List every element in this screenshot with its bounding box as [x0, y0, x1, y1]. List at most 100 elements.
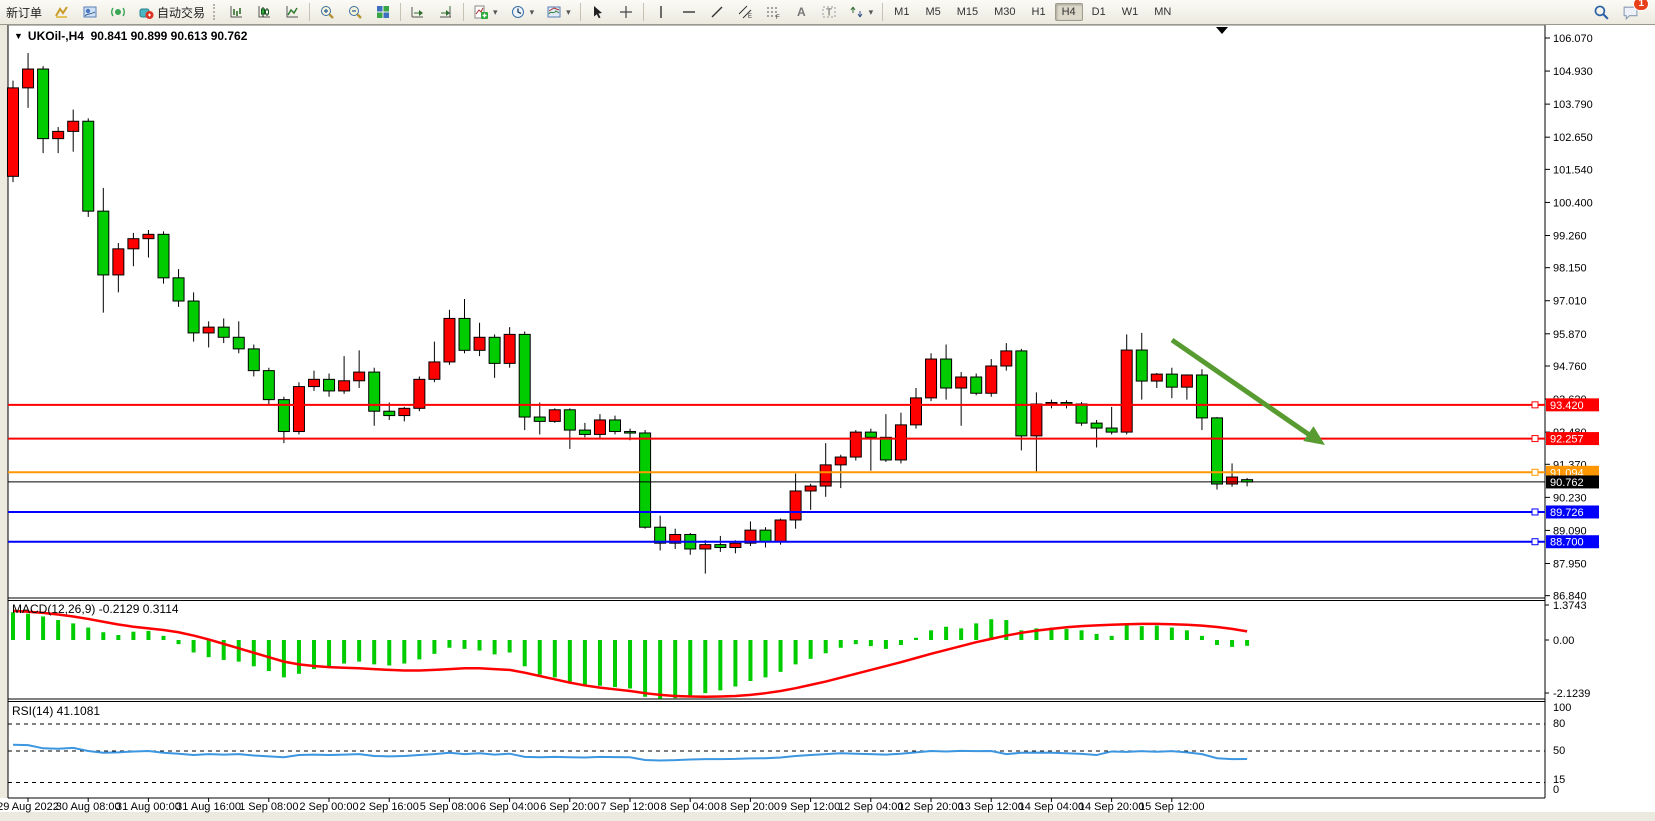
- candle-body: [625, 432, 636, 434]
- templates-button[interactable]: ▾: [541, 1, 576, 23]
- chart-shift-marker[interactable]: [1216, 27, 1228, 34]
- time-tick-label: 7 Sep 12:00: [600, 801, 659, 813]
- indicators-button[interactable]: ▾: [468, 1, 503, 23]
- crosshair-button[interactable]: [613, 1, 639, 23]
- macd-panel: 1.37430.00-2.1239: [13, 600, 1590, 700]
- timeframe-button-MN[interactable]: MN: [1147, 3, 1178, 21]
- svg-text:E: E: [748, 14, 752, 20]
- bar-chart-button[interactable]: [223, 1, 249, 23]
- tile-windows-button[interactable]: [370, 1, 396, 23]
- candle-body: [354, 372, 365, 381]
- candle-body: [850, 432, 861, 457]
- candle-body: [1106, 428, 1117, 432]
- price-tick-label: 102.650: [1553, 132, 1593, 144]
- candle-body: [1076, 404, 1087, 423]
- horizontal-line-button[interactable]: [676, 1, 702, 23]
- candle-body: [399, 408, 410, 415]
- equidistant-channel-button[interactable]: E: [732, 1, 758, 23]
- vertical-line-button[interactable]: [648, 1, 674, 23]
- dropdown-arrow-icon: ▾: [530, 7, 535, 18]
- candle-body: [820, 465, 831, 486]
- price-tick-label: 95.870: [1553, 329, 1587, 341]
- candle-body: [986, 366, 997, 393]
- candle-body: [263, 371, 274, 400]
- auto-trading-button[interactable]: 自动交易: [133, 1, 210, 23]
- price-tick-label: 87.950: [1553, 558, 1587, 570]
- candle-body: [1196, 375, 1207, 418]
- rsi-panel: 1008050150: [8, 702, 1571, 796]
- timeframe-button-H1[interactable]: H1: [1025, 3, 1053, 21]
- timeframe-button-M30[interactable]: M30: [987, 3, 1022, 21]
- candle-body: [504, 334, 515, 363]
- price-level-badge-label: 92.257: [1550, 434, 1584, 446]
- market-watch-icon[interactable]: [49, 1, 75, 23]
- candle-body: [203, 327, 214, 333]
- search-icon[interactable]: [1588, 1, 1615, 23]
- new-order-button[interactable]: 新订单: [1, 1, 47, 23]
- time-tick-label: 14 Sep 20:00: [1079, 801, 1144, 813]
- chart-shift-button[interactable]: [433, 1, 459, 23]
- candle-body: [248, 349, 259, 371]
- symbol-dropdown-icon[interactable]: ▼: [14, 31, 23, 41]
- timeframe-button-H4[interactable]: H4: [1055, 3, 1083, 21]
- candle-body: [218, 327, 229, 337]
- zoom-in-button[interactable]: [314, 1, 340, 23]
- text-button[interactable]: A: [788, 1, 814, 23]
- candle-body: [640, 433, 651, 527]
- text-label-button[interactable]: T: [816, 1, 842, 23]
- time-tick-label: 8 Sep 04:00: [661, 801, 720, 813]
- line-handle[interactable]: [1532, 469, 1538, 475]
- price-level-badge-label: 90.762: [1550, 477, 1584, 489]
- chart-canvas[interactable]: 106.070104.930103.790102.650101.540100.4…: [0, 24, 1655, 821]
- candle-body: [1061, 403, 1072, 405]
- data-window-icon[interactable]: [77, 1, 103, 23]
- candle-body: [38, 69, 49, 139]
- candles: [8, 53, 1253, 574]
- notifications-button[interactable]: 1: [1617, 1, 1644, 23]
- line-handle[interactable]: [1532, 509, 1538, 515]
- trend-arrow[interactable]: [1172, 340, 1325, 445]
- line-chart-button[interactable]: [279, 1, 305, 23]
- candle-body: [68, 121, 79, 131]
- rsi-indicator-label: RSI(14) 41.1081: [12, 704, 100, 718]
- timeframe-button-W1[interactable]: W1: [1115, 3, 1146, 21]
- timeframe-button-D1[interactable]: D1: [1085, 3, 1113, 21]
- fibonacci-button[interactable]: F: [760, 1, 786, 23]
- price-level-badge-label: 89.726: [1550, 507, 1584, 519]
- candle-body: [926, 359, 937, 398]
- timeframe-button-M1[interactable]: M1: [887, 3, 916, 21]
- candle-body: [489, 337, 500, 363]
- time-tick-label: 2 Sep 00:00: [299, 801, 358, 813]
- auto-scroll-button[interactable]: [405, 1, 431, 23]
- candle-body: [790, 491, 801, 520]
- line-handle[interactable]: [1532, 436, 1538, 442]
- candle-body: [941, 359, 952, 388]
- macd-axis-label: 1.3743: [1553, 600, 1587, 612]
- price-tick-label: 104.930: [1553, 66, 1593, 78]
- candle-body: [835, 457, 846, 465]
- timeframe-button-M15[interactable]: M15: [950, 3, 985, 21]
- candle-body: [880, 437, 891, 460]
- auto-trading-label: 自动交易: [157, 4, 205, 21]
- new-order-label: 新订单: [6, 4, 42, 21]
- rsi-line: [13, 745, 1247, 761]
- svg-text:F: F: [776, 15, 780, 20]
- arrows-tool-button[interactable]: ▾: [844, 1, 879, 23]
- navigator-icon[interactable]: [105, 1, 131, 23]
- periods-button[interactable]: ▾: [505, 1, 540, 23]
- price-tick-label: 94.760: [1553, 361, 1587, 373]
- cursor-button[interactable]: [585, 1, 611, 23]
- candlestick-chart-button[interactable]: [251, 1, 277, 23]
- chart-area[interactable]: 106.070104.930103.790102.650101.540100.4…: [0, 24, 1655, 821]
- candle-body: [98, 211, 109, 275]
- candle-body: [1031, 404, 1042, 436]
- trendline-button[interactable]: [704, 1, 730, 23]
- zoom-out-button[interactable]: [342, 1, 368, 23]
- timeframe-button-M5[interactable]: M5: [918, 3, 947, 21]
- line-handle[interactable]: [1532, 402, 1538, 408]
- line-handle[interactable]: [1532, 539, 1538, 545]
- time-tick-label: 5 Sep 08:00: [420, 801, 479, 813]
- time-tick-label: 29 Aug 2022: [0, 801, 59, 813]
- candle-body: [1181, 375, 1192, 387]
- chart-title: ▼UKOil-,H4 90.841 90.899 90.613 90.762: [14, 29, 247, 43]
